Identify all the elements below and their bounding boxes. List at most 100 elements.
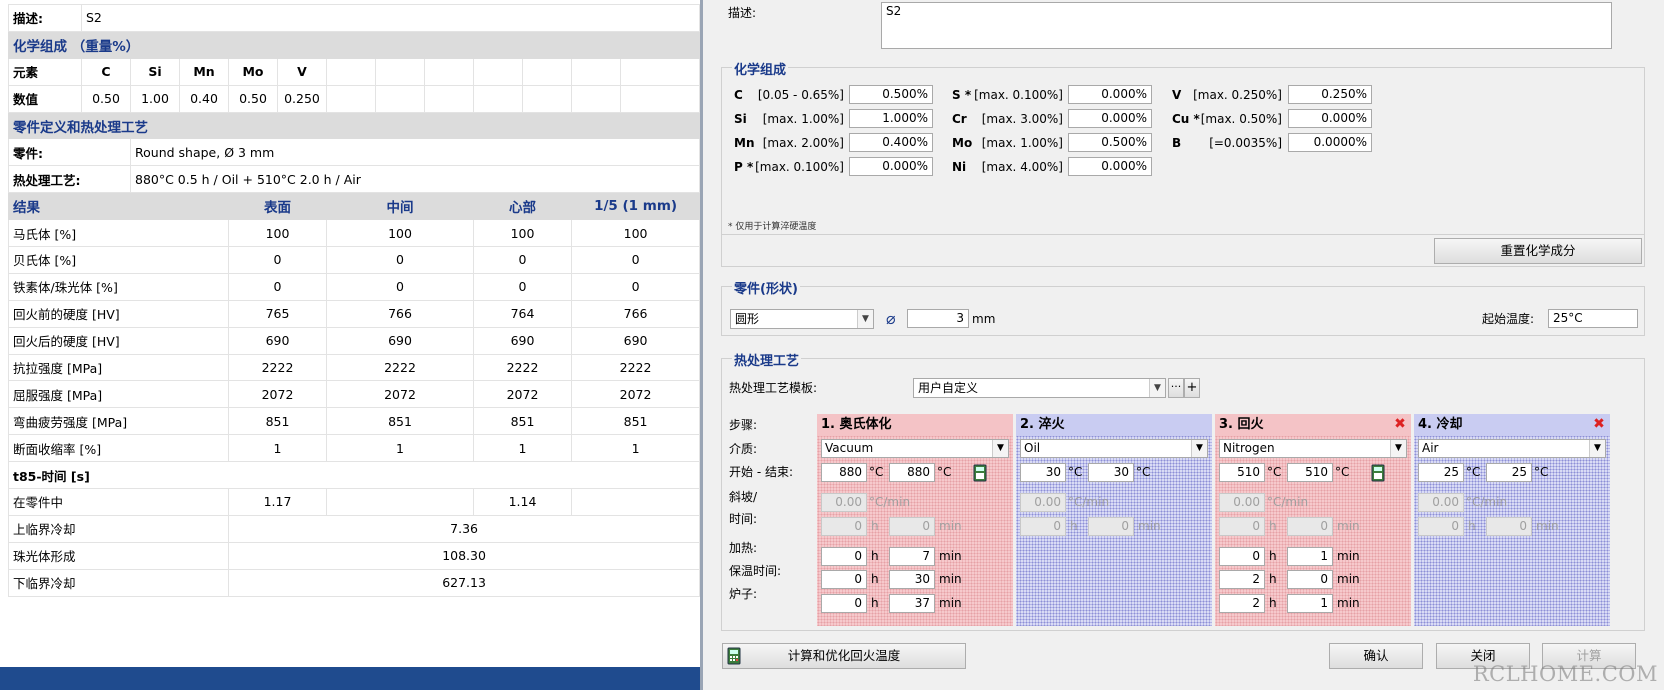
chem-value-input[interactable]: 0.000% [849, 157, 933, 176]
results-header-surface: 表面 [228, 192, 327, 221]
heat-hours-input[interactable]: 0 [1219, 547, 1265, 566]
medium-select[interactable]: Nitrogen ▼ [1219, 439, 1407, 458]
reset-chemistry-button[interactable]: 重置化学成分 [1434, 238, 1642, 264]
result-value: 100 [570, 219, 700, 248]
result-row: 铁素体/珠光体 [%] 0 0 0 0 [8, 272, 700, 301]
chem-value-input[interactable]: 0.000% [1068, 157, 1152, 176]
chem-value-input[interactable]: 0.500% [849, 85, 933, 104]
chem-range-label: [max. 0.250%] [1193, 88, 1282, 102]
start-temp-input[interactable]: 880 [821, 463, 867, 482]
stage-column: 2. 淬火 Oil ▼ 30 °C 30 °C 0.00 °C/min 0 h 0 min [1016, 414, 1212, 626]
ramp-input[interactable]: 0.00 [821, 493, 867, 512]
end-temp-input[interactable]: 25 [1486, 463, 1532, 482]
calc-optimize-button[interactable]: 计算和优化回火温度 [722, 643, 966, 669]
hold-minutes-input[interactable]: 30 [889, 570, 935, 589]
heat-minutes-input[interactable]: 1 [1287, 547, 1333, 566]
chem-value-input[interactable]: 0.0000% [1288, 133, 1372, 152]
start-temp-input[interactable]: 25°C [1548, 309, 1638, 328]
hold-minutes-input[interactable]: 0 [1287, 570, 1333, 589]
heat-hours-input[interactable]: 0 [821, 547, 867, 566]
chem-element-label: V [1172, 88, 1182, 102]
ramp-minutes-input[interactable]: 0 [1287, 517, 1333, 536]
result-value: 0 [570, 246, 700, 274]
result-value: 851 [228, 407, 327, 436]
step-row-label: 斜坡/ [729, 490, 758, 504]
hold-hours-input[interactable]: 2 [1219, 570, 1265, 589]
template-select[interactable]: 用户自定义 ▼ [913, 378, 1166, 398]
part-section-row: 零件定义和热处理工艺 [7, 111, 700, 140]
desc-row: 描述: S2 [8, 4, 700, 32]
hold-hours-input[interactable]: 0 [821, 570, 867, 589]
chem-value-input[interactable]: 0.400% [849, 133, 933, 152]
value-mo: 0.50 [228, 84, 278, 113]
ramp-hours-input[interactable]: 0 [1418, 517, 1464, 536]
chevron-down-icon: ▼ [1191, 440, 1207, 457]
result-value: 2072 [570, 380, 700, 409]
ramp-hours-input[interactable]: 0 [1219, 517, 1265, 536]
furn-minutes-input[interactable]: 37 [889, 594, 935, 613]
shape-select[interactable]: 圆形 ▼ [730, 309, 874, 329]
result-label: 回火前的硬度 [HV] [8, 299, 229, 328]
thermometer-icon[interactable] [1371, 464, 1385, 485]
result-value: 0 [228, 272, 327, 301]
medium-select[interactable]: Vacuum ▼ [821, 439, 1009, 458]
start-temp-input[interactable]: 30 [1020, 463, 1066, 482]
chem-value-input[interactable]: 0.250% [1288, 85, 1372, 104]
ramp-input[interactable]: 0.00 [1219, 493, 1265, 512]
t85-row: t85-时间 [s] [7, 461, 700, 490]
delete-stage-icon[interactable]: ✖ [1393, 417, 1407, 431]
heat-minutes-input[interactable]: 7 [889, 547, 935, 566]
chem-element-label: Ni [952, 160, 967, 174]
chem-value-input[interactable]: 1.000% [849, 109, 933, 128]
chem-value-input[interactable]: 0.000% [1068, 109, 1152, 128]
end-temp-input[interactable]: 30 [1088, 463, 1134, 482]
element-row: 元素 C Si Mn Mo V [8, 57, 700, 86]
chem-range-label: [=0.0035%] [1209, 136, 1282, 150]
result-value: 690 [570, 326, 700, 355]
unit-minutes: min [1138, 519, 1161, 533]
medium-select[interactable]: Oil ▼ [1020, 439, 1208, 458]
result-row: 断面收缩率 [%] 1 1 1 1 [8, 434, 700, 463]
dialog-desc-input[interactable]: S2 [881, 2, 1612, 49]
ramp-minutes-input[interactable]: 0 [1486, 517, 1532, 536]
furn-hours-input[interactable]: 2 [1219, 594, 1265, 613]
start-temp-input[interactable]: 510 [1219, 463, 1265, 482]
result-label: 贝氏体 [%] [8, 246, 229, 274]
ok-button[interactable]: 确认 [1329, 643, 1423, 669]
ramp-input[interactable]: 0.00 [1020, 493, 1066, 512]
result-value: 690 [473, 326, 572, 355]
medium-value: Vacuum [825, 441, 874, 455]
furn-minutes-input[interactable]: 1 [1287, 594, 1333, 613]
end-temp-input[interactable]: 880 [889, 463, 935, 482]
ramp-hours-input[interactable]: 0 [1020, 517, 1066, 536]
ramp-hours-input[interactable]: 0 [821, 517, 867, 536]
result-value: 0 [326, 272, 474, 301]
result-value: 690 [326, 326, 474, 355]
end-temp-input[interactable]: 510 [1287, 463, 1333, 482]
unit-hours: h [1468, 519, 1476, 533]
result-value: 2222 [473, 353, 572, 382]
ramp-minutes-input[interactable]: 0 [889, 517, 935, 536]
start-temp-input[interactable]: 25 [1418, 463, 1464, 482]
chem-range-label: [max. 1.00%] [981, 136, 1063, 150]
template-add-button[interactable]: + [1184, 378, 1200, 398]
template-more-button[interactable]: ··· [1168, 378, 1184, 398]
chem-value-input[interactable]: 0.000% [1288, 109, 1372, 128]
chem-group: 化学组成 C [0.05 - 0.65%] 0.500% Si [max. 1.00%]… [721, 59, 1645, 267]
results-body: 马氏体 [%] 100 100 100 100 贝氏体 [%] 0 0 0 0 铁素体/珠光体 [%… [8, 219, 700, 463]
results-header-middle: 中间 [326, 192, 474, 221]
chem-section-row: 化学组成 （重量%） [7, 30, 700, 59]
part-label: 零件: [8, 138, 131, 167]
chem-value-input[interactable]: 0.500% [1068, 133, 1152, 152]
thermometer-icon[interactable] [973, 464, 987, 485]
ramp-input[interactable]: 0.00 [1418, 493, 1464, 512]
medium-select[interactable]: Air ▼ [1418, 439, 1606, 458]
furn-hours-input[interactable]: 0 [821, 594, 867, 613]
ramp-minutes-input[interactable]: 0 [1088, 517, 1134, 536]
chem-value-input[interactable]: 0.000% [1068, 85, 1152, 104]
delete-stage-icon[interactable]: ✖ [1592, 417, 1606, 431]
chem-range-label: [max. 4.00%] [981, 160, 1063, 174]
result-row: 弯曲疲劳强度 [MPa] 851 851 851 851 [8, 407, 700, 436]
unit-minutes: min [1337, 596, 1360, 610]
diameter-input[interactable]: 3 [907, 309, 969, 328]
